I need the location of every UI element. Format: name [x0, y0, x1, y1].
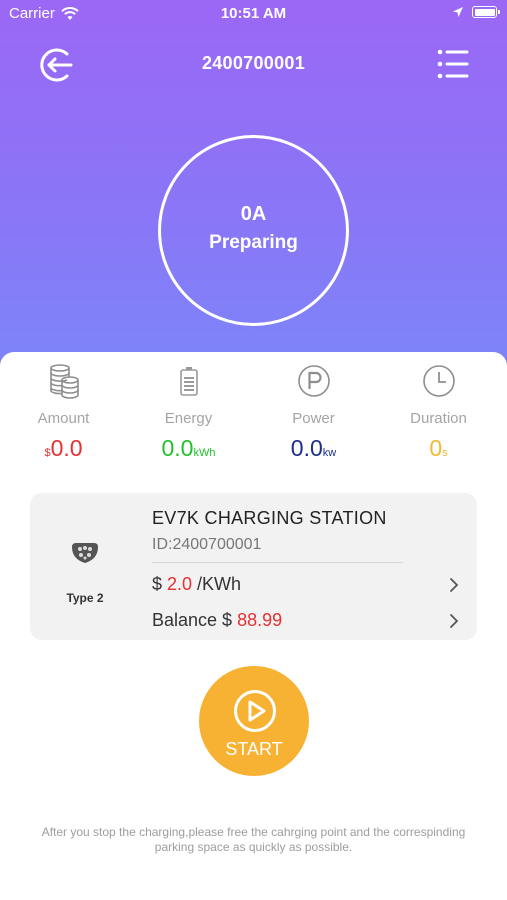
- power-label: Power: [292, 410, 335, 427]
- location-arrow-icon: [453, 7, 463, 17]
- clock-icon: [422, 365, 455, 397]
- duration-value: 0s: [429, 435, 448, 461]
- start-label: START: [225, 739, 283, 759]
- price-value: 2.0: [167, 574, 193, 594]
- card-divider: [152, 562, 403, 563]
- start-button[interactable]: START: [199, 666, 309, 776]
- metric-energy: Energy 0.0kWh: [126, 362, 251, 462]
- power-value: 0.0kw: [290, 435, 337, 461]
- duration-label: Duration: [410, 410, 467, 427]
- chevron-right-icon: [450, 578, 459, 592]
- metric-amount: Amount $0.0: [1, 362, 126, 462]
- duration-unit: s: [442, 447, 448, 459]
- station-name: EV7K CHARGING STATION: [152, 508, 387, 528]
- amount-label: Amount: [37, 410, 90, 427]
- price-unit: /KWh: [192, 574, 242, 594]
- current-value: 0A: [240, 203, 267, 225]
- balance-row[interactable]: Balance $ 88.99: [152, 610, 467, 636]
- clock: 10:51 AM: [220, 5, 287, 22]
- chevron-right-icon: [450, 614, 459, 628]
- price-row[interactable]: $ 2.0 /KWh: [152, 574, 467, 600]
- page-title: 2400700001: [201, 53, 306, 73]
- metric-duration: Duration 0s: [376, 362, 501, 462]
- energy-unit: kWh: [193, 447, 216, 459]
- station-card: Type 2 EV7K CHARGING STATION ID:24007000…: [30, 493, 477, 640]
- details-panel: Amount $0.0 Energy 0.0kWh Power 0.0kw Du…: [0, 352, 507, 900]
- footer-note: After you stop the charging,please free …: [41, 825, 466, 854]
- charging-state: Preparing: [209, 232, 298, 253]
- parking-icon: [297, 365, 330, 397]
- energy-value: 0.0kWh: [161, 435, 216, 461]
- station-id: ID:2400700001: [152, 536, 262, 553]
- play-icon: [234, 690, 276, 732]
- connector-type-label: Type 2: [66, 591, 104, 605]
- metric-power: Power 0.0kw: [251, 362, 376, 462]
- amount-value: $0.0: [44, 435, 83, 461]
- balance-value: 88.99: [237, 610, 283, 630]
- battery-icon: [179, 367, 198, 396]
- power-unit: kw: [322, 447, 337, 459]
- status-bar: Carrier 10:51 AM: [0, 0, 507, 28]
- list-menu-icon[interactable]: [437, 48, 469, 80]
- coins-icon: [49, 364, 79, 399]
- metrics-row: Amount $0.0 Energy 0.0kWh Power 0.0kw Du…: [0, 362, 507, 472]
- energy-label: Energy: [164, 410, 213, 427]
- price-prefix: $: [152, 574, 168, 594]
- type2-connector-icon: [72, 543, 98, 563]
- charging-status-ring: 0A Preparing: [158, 135, 349, 326]
- battery-icon: [472, 6, 500, 18]
- balance-prefix: Balance $: [152, 610, 238, 630]
